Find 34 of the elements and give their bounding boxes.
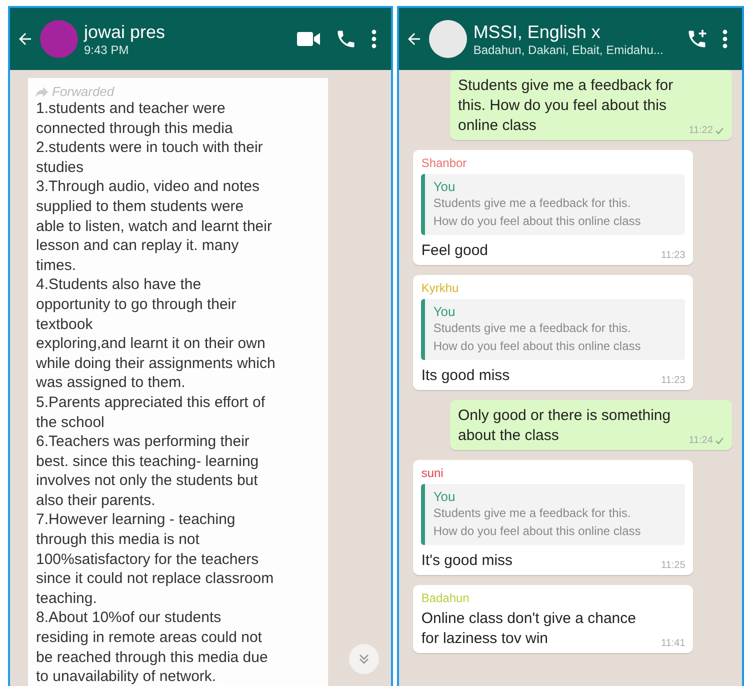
double-chevron-icon [358, 653, 370, 665]
quoted-message[interactable]: You Students give me a feedback for this. How do you feel about this online class [421, 299, 686, 360]
message-time: 11:41 [661, 638, 686, 649]
quoted-message[interactable]: You Students give me a feedback for this. How do you feel about this online class [421, 484, 686, 545]
quote-author: You [433, 489, 456, 504]
sender-name: Shanbor [421, 156, 468, 170]
message-text: It's good miss [421, 551, 513, 571]
group-avatar[interactable] [429, 20, 468, 58]
message-text: Online class don't give a chance for laziness tov win [421, 609, 637, 649]
message-text: Students give me a feedback for this. How do you feel about this online class [458, 76, 674, 136]
chat-title: jowai pres [84, 22, 166, 42]
quote-text: Students give me a feedback for this. How do you feel about this online class [433, 505, 642, 540]
quote-text: Students give me a feedback for this. How do you feel about this online class [433, 195, 642, 230]
sender-name: Kyrkhu [421, 281, 460, 295]
message-text: 1.students and teacher were connected through this media 2.students were in touch with their studies 3.Through audio, video and notes supplied to them students were able to listen, watch and learnt their lesson and can replay it. many times. 4.Students also have the opportunity to go through their textbook exploring,and learnt it on their own while doing their assignments which was assigned to them. 5.Parents appreciated this effort of the school 6.Teachers was performing their best. since this teaching- learning involves not only the students but also their parents. 7.However learning - teaching through this media is not 100%satisfactory for the teachers since it could not replace classroom teaching. 8.About 10%of our students residing in remote areas could not be reached through this media due to unavailability of network. [36, 99, 276, 686]
last-seen-time: 9:43 PM [84, 42, 130, 56]
message-text: Feel good [421, 241, 488, 261]
message-time: 11:25 [661, 560, 686, 571]
quoted-message[interactable]: You Students give me a feedback for this. How do you feel about this online class [421, 174, 686, 235]
forwarded-label: Forwarded [36, 84, 320, 99]
quote-author: You [433, 179, 456, 194]
quote-text: Students give me a feedback for this. How do you feel about this online class [433, 320, 642, 355]
message-time: 11:22 [688, 125, 724, 136]
message-text: Only good or there is something about the class [458, 406, 672, 446]
message-time: 11:24 [688, 435, 724, 446]
sender-name: suni [421, 466, 444, 480]
chat-title: MSSI, English x [473, 22, 602, 42]
message-time: 11:23 [661, 375, 686, 386]
message-time: 11:23 [661, 250, 686, 261]
group-members: Badahun, Dakani, Ebait, Emidahu... [473, 42, 664, 56]
sender-name: Badahun [421, 591, 470, 605]
forward-arrow-icon [36, 86, 48, 96]
quote-author: You [433, 304, 456, 319]
message-text: Its good miss [421, 366, 510, 386]
